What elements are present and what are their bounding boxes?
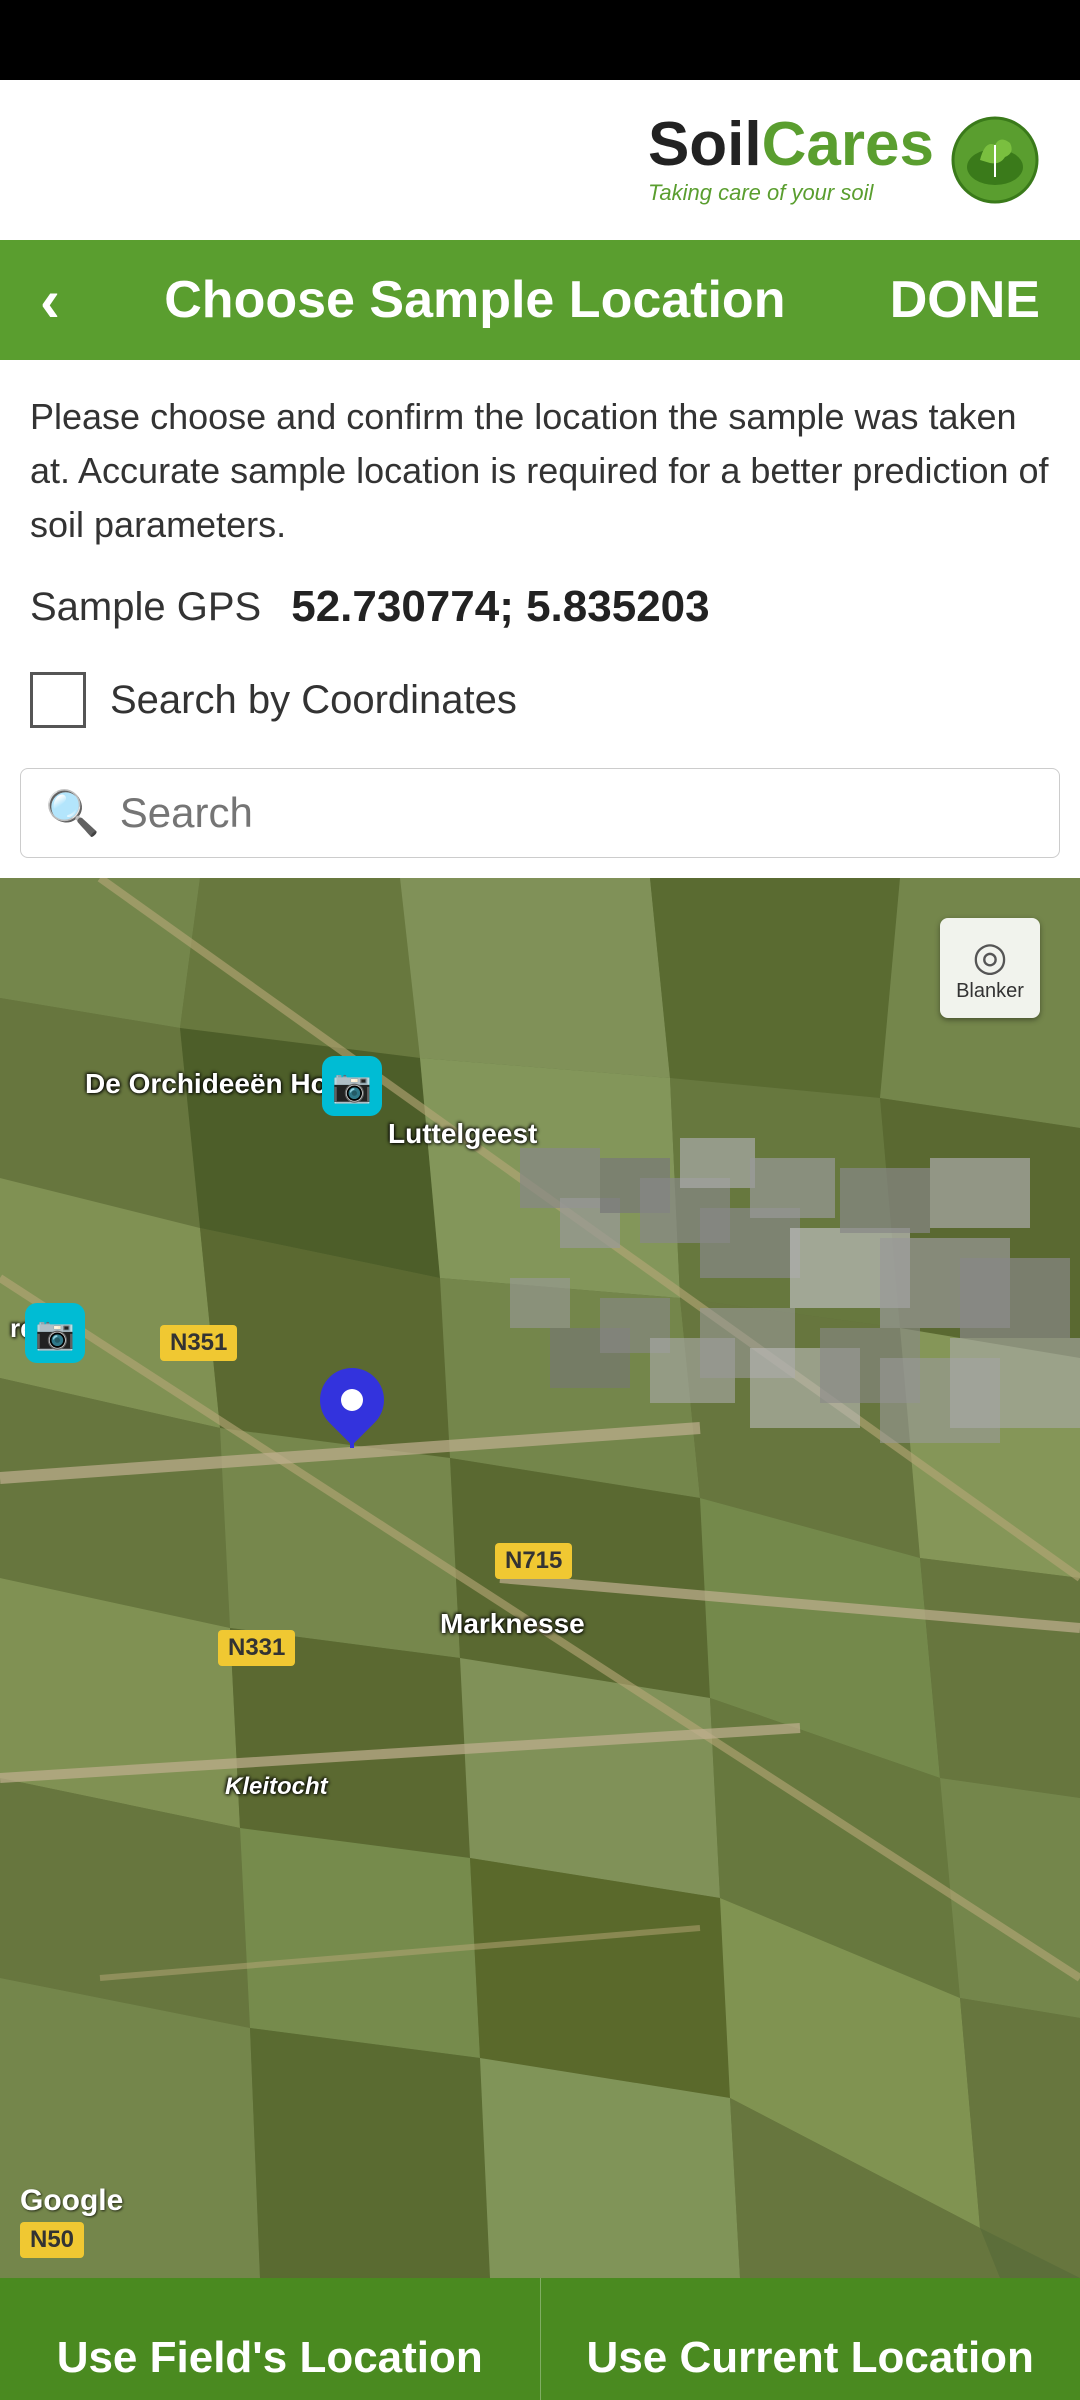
app-tagline: Taking care of your soil [648, 180, 934, 206]
nav-bar: ‹ Choose Sample Location DONE [0, 240, 1080, 360]
road-badge-n715: N715 [495, 1543, 572, 1579]
gps-label: Sample GPS [30, 585, 261, 630]
road-badge-n351: N351 [160, 1325, 237, 1361]
search-input-wrapper: 🔍 [20, 768, 1060, 858]
bottom-actions: Use Field's Location Use Current Locatio… [0, 2278, 1080, 2400]
header-logo-area: SoilCares Taking care of your soil [0, 80, 1080, 240]
pin-head [307, 1355, 398, 1446]
road-badge-n331: N331 [218, 1630, 295, 1666]
logo-icon [950, 115, 1040, 205]
search-icon: 🔍 [45, 787, 100, 839]
location-pin[interactable] [320, 1368, 384, 1448]
gps-location-button[interactable]: ◎ Blanker [940, 918, 1040, 1018]
description-text: Please choose and confirm the location t… [30, 390, 1050, 552]
google-text: Google [20, 2184, 123, 2217]
checkbox-label: Search by Coordinates [110, 678, 517, 723]
camera-marker-1[interactable]: 📷 [322, 1056, 382, 1116]
gps-target-icon: ◎ [973, 934, 1008, 980]
logo-container: SoilCares Taking care of your soil [648, 114, 1040, 206]
app-name: SoilCares [648, 114, 934, 176]
gps-row: Sample GPS 52.730774; 5.835203 [0, 562, 1080, 652]
gps-value: 52.730774; 5.835203 [291, 582, 709, 632]
camera-marker-2[interactable]: 📷 [25, 1303, 85, 1363]
camera-icon-2: 📷 [35, 1314, 75, 1352]
page-title: Choose Sample Location [164, 270, 785, 330]
checkbox-row: Search by Coordinates [0, 652, 1080, 758]
back-button[interactable]: ‹ [40, 266, 60, 335]
map-label-marknesse: Marknesse [440, 1608, 585, 1640]
search-input[interactable] [120, 789, 1035, 837]
map-label-luttelgeest: Luttelgeest [388, 1118, 537, 1150]
done-button[interactable]: DONE [890, 270, 1040, 330]
search-by-coordinates-checkbox[interactable] [30, 672, 86, 728]
map-label-kleitocht: Kleitocht [225, 1773, 328, 1801]
use-field-location-button[interactable]: Use Field's Location [0, 2278, 541, 2400]
road-badge-n50: N50 [20, 2222, 84, 2258]
pin-dot [341, 1389, 363, 1411]
camera-icon-1: 📷 [332, 1067, 372, 1105]
logo-text-block: SoilCares Taking care of your soil [648, 114, 934, 206]
gps-button-label: Blanker [956, 980, 1024, 1003]
map-container[interactable]: De Orchideeën Hoeve Luttelgeest Markness… [0, 878, 1080, 2278]
google-logo: Google [20, 2184, 123, 2218]
use-current-location-button[interactable]: Use Current Location [541, 2278, 1080, 2400]
status-bar [0, 0, 1080, 80]
search-bar-container: 🔍 [0, 758, 1080, 878]
description-area: Please choose and confirm the location t… [0, 360, 1080, 562]
